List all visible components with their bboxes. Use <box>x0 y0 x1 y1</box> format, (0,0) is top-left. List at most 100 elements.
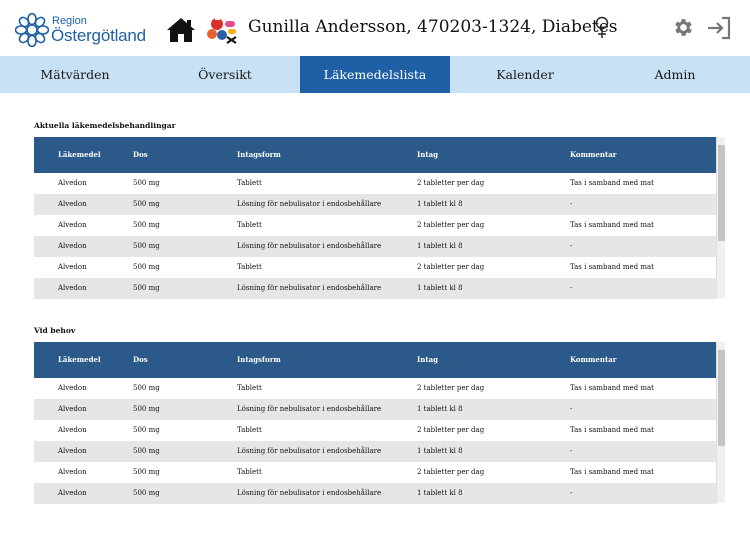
cell-intag: 1 tablett kl 8 <box>417 489 463 497</box>
cell-lakemedel: Alvedon <box>58 489 87 497</box>
female-icon <box>595 16 609 38</box>
table-row[interactable]: Alvedon 500 mg Lösning för nebulisator i… <box>34 194 716 215</box>
column-header-dos[interactable]: Dos <box>133 342 148 378</box>
logo-name-text: Östergötland <box>51 26 146 45</box>
cell-dos: 500 mg <box>133 468 160 476</box>
tab-kalender[interactable]: Kalender <box>450 56 600 93</box>
cell-lakemedel: Alvedon <box>58 468 87 476</box>
cell-kommentar: Tas i samband med mat <box>570 426 654 434</box>
scrollbar-thumb[interactable] <box>718 350 725 446</box>
main-nav: Mätvärden Översikt Läkemedelslista Kalen… <box>0 56 750 93</box>
cell-dos: 500 mg <box>133 405 160 413</box>
home-icon[interactable] <box>166 16 196 44</box>
cell-kommentar: Tas i samband med mat <box>570 468 654 476</box>
cell-lakemedel: Alvedon <box>58 242 87 250</box>
tab-admin[interactable]: Admin <box>600 56 750 93</box>
column-header-intag[interactable]: Intag <box>417 342 438 378</box>
cell-intag: 2 tabletter per dag <box>417 384 485 392</box>
cell-intag: 1 tablett kl 8 <box>417 405 463 413</box>
cell-intagsform: Tablett <box>237 384 262 392</box>
scrollbar-track[interactable] <box>716 342 725 503</box>
cell-kommentar: - <box>570 447 573 455</box>
cell-intagsform: Tablett <box>237 426 262 434</box>
cell-intag: 2 tabletter per dag <box>417 179 485 187</box>
cell-dos: 500 mg <box>133 489 160 497</box>
cell-kommentar: - <box>570 489 573 497</box>
column-header-intag[interactable]: Intag <box>417 137 438 173</box>
logout-icon[interactable] <box>706 16 732 40</box>
cell-intag: 2 tabletter per dag <box>417 263 485 271</box>
cell-intagsform: Lösning för nebulisator i endosbehållare <box>237 489 382 497</box>
cell-dos: 500 mg <box>133 447 160 455</box>
cell-dos: 500 mg <box>133 263 160 271</box>
table-row[interactable]: Alvedon 500 mg Lösning för nebulisator i… <box>34 278 716 299</box>
column-header-kommentar[interactable]: Kommentar <box>570 342 616 378</box>
tab-matvarden[interactable]: Mätvärden <box>0 56 150 93</box>
cell-kommentar: - <box>570 242 573 250</box>
cell-intagsform: Lösning för nebulisator i endosbehållare <box>237 447 382 455</box>
column-header-lakemedel[interactable]: Läkemedel <box>58 137 101 173</box>
table-row[interactable]: Alvedon 500 mg Tablett 2 tabletter per d… <box>34 462 716 483</box>
cell-intag: 1 tablett kl 8 <box>417 284 463 292</box>
cell-intag: 1 tablett kl 8 <box>417 447 463 455</box>
cell-intag: 2 tabletter per dag <box>417 221 485 229</box>
cell-lakemedel: Alvedon <box>58 263 87 271</box>
cell-kommentar: Tas i samband med mat <box>570 221 654 229</box>
table-row[interactable]: Alvedon 500 mg Tablett 2 tabletter per d… <box>34 215 716 236</box>
cell-lakemedel: Alvedon <box>58 284 87 292</box>
cell-intagsform: Tablett <box>237 179 262 187</box>
cell-intagsform: Lösning för nebulisator i endosbehållare <box>237 242 382 250</box>
column-header-dos[interactable]: Dos <box>133 137 148 173</box>
tab-oversikt[interactable]: Översikt <box>150 56 300 93</box>
table-header: Läkemedel Dos Intagsform Intag Kommentar <box>34 342 716 378</box>
cell-intag: 2 tabletter per dag <box>417 426 485 434</box>
as-needed-medications-table: Läkemedel Dos Intagsform Intag Kommentar… <box>34 342 725 504</box>
app-header: Region Östergötland Gunilla Andersson, 4… <box>0 0 750 56</box>
cell-lakemedel: Alvedon <box>58 405 87 413</box>
cell-intag: 1 tablett kl 8 <box>417 200 463 208</box>
table-row[interactable]: Alvedon 500 mg Tablett 2 tabletter per d… <box>34 257 716 278</box>
cell-lakemedel: Alvedon <box>58 200 87 208</box>
table-row[interactable]: Alvedon 500 mg Lösning för nebulisator i… <box>34 441 716 462</box>
patient-title: Gunilla Andersson, 470203-1324, Diabetes <box>248 17 618 37</box>
table-row[interactable]: Alvedon 500 mg Tablett 2 tabletter per d… <box>34 378 716 399</box>
cell-lakemedel: Alvedon <box>58 179 87 187</box>
current-medications-table: Läkemedel Dos Intagsform Intag Kommentar… <box>34 137 725 299</box>
cell-kommentar: Tas i samband med mat <box>570 384 654 392</box>
section-title-vid-behov: Vid behov <box>34 326 76 335</box>
cell-kommentar: - <box>570 284 573 292</box>
cell-intagsform: Lösning för nebulisator i endosbehållare <box>237 284 382 292</box>
cell-dos: 500 mg <box>133 284 160 292</box>
cell-dos: 500 mg <box>133 242 160 250</box>
cell-kommentar: - <box>570 405 573 413</box>
column-header-intagsform[interactable]: Intagsform <box>237 137 281 173</box>
tab-lakemedelslista[interactable]: Läkemedelslista <box>300 56 450 93</box>
table-row[interactable]: Alvedon 500 mg Lösning för nebulisator i… <box>34 399 716 420</box>
cell-dos: 500 mg <box>133 384 160 392</box>
gear-icon[interactable] <box>672 16 695 39</box>
medication-icon[interactable] <box>205 15 241 45</box>
table-row[interactable]: Alvedon 500 mg Tablett 2 tabletter per d… <box>34 173 716 194</box>
column-header-intagsform[interactable]: Intagsform <box>237 342 281 378</box>
cell-dos: 500 mg <box>133 426 160 434</box>
table-row[interactable]: Alvedon 500 mg Lösning för nebulisator i… <box>34 483 716 504</box>
cell-kommentar: - <box>570 200 573 208</box>
cell-lakemedel: Alvedon <box>58 221 87 229</box>
cell-kommentar: Tas i samband med mat <box>570 263 654 271</box>
cell-intagsform: Lösning för nebulisator i endosbehållare <box>237 405 382 413</box>
cell-dos: 500 mg <box>133 179 160 187</box>
region-logo[interactable]: Region Östergötland <box>15 13 155 49</box>
table-row[interactable]: Alvedon 500 mg Tablett 2 tabletter per d… <box>34 420 716 441</box>
cell-intag: 2 tabletter per dag <box>417 468 485 476</box>
section-title-current: Aktuella läkemedelsbehandlingar <box>34 121 176 130</box>
scrollbar-thumb[interactable] <box>718 145 725 241</box>
column-header-lakemedel[interactable]: Läkemedel <box>58 342 101 378</box>
cell-intagsform: Tablett <box>237 221 262 229</box>
scrollbar-track[interactable] <box>716 137 725 298</box>
table-row[interactable]: Alvedon 500 mg Lösning för nebulisator i… <box>34 236 716 257</box>
column-header-kommentar[interactable]: Kommentar <box>570 137 616 173</box>
cell-intagsform: Tablett <box>237 263 262 271</box>
cell-dos: 500 mg <box>133 200 160 208</box>
table-header: Läkemedel Dos Intagsform Intag Kommentar <box>34 137 716 173</box>
cell-lakemedel: Alvedon <box>58 426 87 434</box>
